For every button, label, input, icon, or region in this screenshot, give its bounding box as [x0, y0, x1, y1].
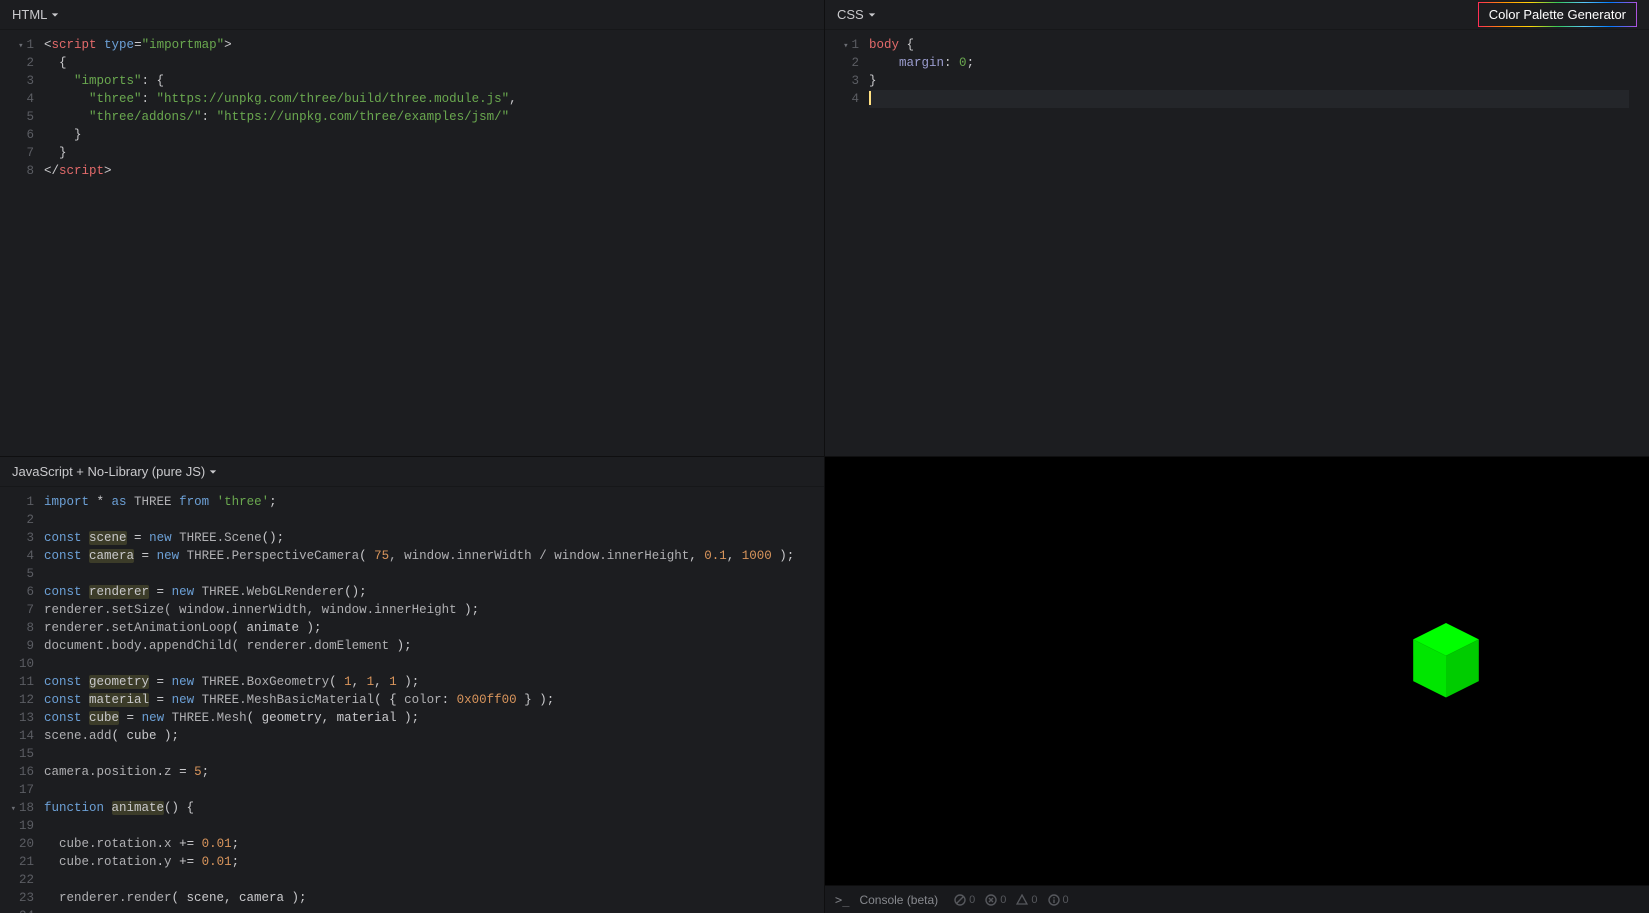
- code-line[interactable]: [44, 871, 804, 889]
- code-line[interactable]: }: [869, 72, 1629, 90]
- code-line[interactable]: import * as THREE from 'three';: [44, 493, 804, 511]
- code-line[interactable]: {: [44, 54, 804, 72]
- css-pane: CSS Color Palette Generator ▾1234body { …: [825, 0, 1649, 456]
- code-line[interactable]: function animate() {: [44, 799, 804, 817]
- code-line[interactable]: const material = new THREE.MeshBasicMate…: [44, 691, 804, 709]
- chevron-down-icon: [868, 11, 876, 19]
- html-pane-header: HTML: [0, 0, 824, 30]
- code-line[interactable]: [44, 745, 804, 763]
- code-line[interactable]: renderer.setSize( window.innerWidth, win…: [44, 601, 804, 619]
- code-line[interactable]: "three/addons/": "https://unpkg.com/thre…: [44, 108, 804, 126]
- code-line[interactable]: [44, 655, 804, 673]
- console-badges: 0 0 0 0: [954, 894, 1069, 906]
- console-prompt-icon: >_: [835, 893, 849, 907]
- text-cursor: [869, 91, 871, 105]
- console-warnings-badge[interactable]: 0: [1016, 894, 1037, 906]
- css-pane-header: CSS Color Palette Generator: [825, 0, 1649, 30]
- css-editor[interactable]: ▾1234body { margin: 0;}: [825, 30, 1649, 456]
- code-line[interactable]: }: [44, 126, 804, 144]
- line-gutter: ▾12345678: [0, 36, 44, 456]
- js-pane: JavaScript + No-Library (pure JS) 123456…: [0, 457, 824, 913]
- js-editor[interactable]: 1234567891011121314151617▾18192021222324…: [0, 487, 824, 913]
- fiddle-grid: HTML ▾12345678<script type="importmap"> …: [0, 0, 1649, 913]
- code-line[interactable]: }: [44, 144, 804, 162]
- code-line[interactable]: const geometry = new THREE.BoxGeometry( …: [44, 673, 804, 691]
- code-line[interactable]: document.body.appendChild( renderer.domE…: [44, 637, 804, 655]
- console-info-badge[interactable]: 0: [1048, 894, 1069, 906]
- console-bar[interactable]: >_ Console (beta) 0 0 0 0: [825, 885, 1649, 913]
- result-pane: >_ Console (beta) 0 0 0 0: [825, 457, 1649, 913]
- js-label-text: JavaScript + No-Library (pure JS): [12, 464, 205, 479]
- code-line[interactable]: camera.position.z = 5;: [44, 763, 804, 781]
- css-label-text: CSS: [837, 7, 864, 22]
- code-line[interactable]: [44, 907, 804, 913]
- code-line[interactable]: cube.rotation.y += 0.01;: [44, 853, 804, 871]
- chevron-down-icon: [51, 11, 59, 19]
- code-line[interactable]: [44, 781, 804, 799]
- code-line[interactable]: [44, 511, 804, 529]
- color-palette-generator-button[interactable]: Color Palette Generator: [1478, 2, 1637, 27]
- html-pane: HTML ▾12345678<script type="importmap"> …: [0, 0, 824, 456]
- code-line[interactable]: const cube = new THREE.Mesh( geometry, m…: [44, 709, 804, 727]
- code-body[interactable]: import * as THREE from 'three'; const sce…: [44, 493, 824, 913]
- code-line[interactable]: renderer.setAnimationLoop( animate );: [44, 619, 804, 637]
- code-line[interactable]: [869, 90, 1629, 108]
- html-label-text: HTML: [12, 7, 47, 22]
- html-label-dropdown[interactable]: HTML: [12, 7, 59, 22]
- code-body[interactable]: body { margin: 0;}: [869, 36, 1649, 456]
- code-line[interactable]: margin: 0;: [869, 54, 1629, 72]
- code-line[interactable]: <script type="importmap">: [44, 36, 804, 54]
- console-label: Console (beta): [859, 893, 938, 907]
- code-line[interactable]: </script>: [44, 162, 804, 180]
- code-line[interactable]: scene.add( cube );: [44, 727, 804, 745]
- code-line[interactable]: "imports": {: [44, 72, 804, 90]
- chevron-down-icon: [209, 468, 217, 476]
- code-line[interactable]: [44, 565, 804, 583]
- code-line[interactable]: const camera = new THREE.PerspectiveCame…: [44, 547, 804, 565]
- error-icon: [985, 894, 997, 906]
- console-blocked-badge[interactable]: 0: [954, 894, 975, 906]
- code-body[interactable]: <script type="importmap"> { "imports": {…: [44, 36, 824, 456]
- line-gutter: ▾1234: [825, 36, 869, 456]
- code-line[interactable]: cube.rotation.x += 0.01;: [44, 835, 804, 853]
- cube-render: [1408, 620, 1484, 702]
- blocked-icon: [954, 894, 966, 906]
- warning-icon: [1016, 894, 1028, 906]
- code-line[interactable]: renderer.render( scene, camera );: [44, 889, 804, 907]
- info-icon: [1048, 894, 1060, 906]
- code-line[interactable]: [44, 817, 804, 835]
- code-line[interactable]: "three": "https://unpkg.com/three/build/…: [44, 90, 804, 108]
- code-line[interactable]: const scene = new THREE.Scene();: [44, 529, 804, 547]
- js-pane-header: JavaScript + No-Library (pure JS): [0, 457, 824, 487]
- console-errors-badge[interactable]: 0: [985, 894, 1006, 906]
- line-gutter: 1234567891011121314151617▾18192021222324…: [0, 493, 44, 913]
- preview-area[interactable]: [825, 457, 1649, 885]
- js-label-dropdown[interactable]: JavaScript + No-Library (pure JS): [12, 464, 217, 479]
- code-line[interactable]: const renderer = new THREE.WebGLRenderer…: [44, 583, 804, 601]
- html-editor[interactable]: ▾12345678<script type="importmap"> { "im…: [0, 30, 824, 456]
- code-line[interactable]: body {: [869, 36, 1629, 54]
- css-label-dropdown[interactable]: CSS: [837, 7, 876, 22]
